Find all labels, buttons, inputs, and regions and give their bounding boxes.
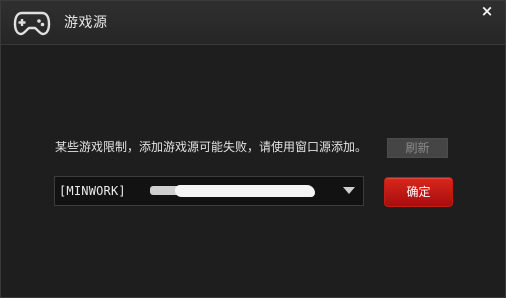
dialog-body (1, 45, 505, 297)
confirm-button[interactable]: 确定 (384, 177, 453, 207)
title-bar: 游戏源 × (1, 1, 505, 44)
refresh-button[interactable]: 刷新 (387, 138, 448, 158)
close-button[interactable]: × (479, 3, 495, 19)
dialog-title: 游戏源 (64, 15, 108, 31)
gamepad-icon (13, 11, 51, 36)
redaction-mark (175, 185, 315, 197)
chevron-down-icon[interactable] (343, 187, 355, 194)
game-source-select[interactable]: [MINWORK]​ (54, 176, 364, 206)
game-source-dialog: 游戏源 × 某些游戏限制，添加游戏源可能失败，请使用窗口源添加。 刷新 [MIN… (0, 0, 506, 298)
select-value: [MINWORK]​ (59, 184, 126, 198)
notice-text: 某些游戏限制，添加游戏源可能失败，请使用窗口源添加。 (55, 140, 368, 154)
